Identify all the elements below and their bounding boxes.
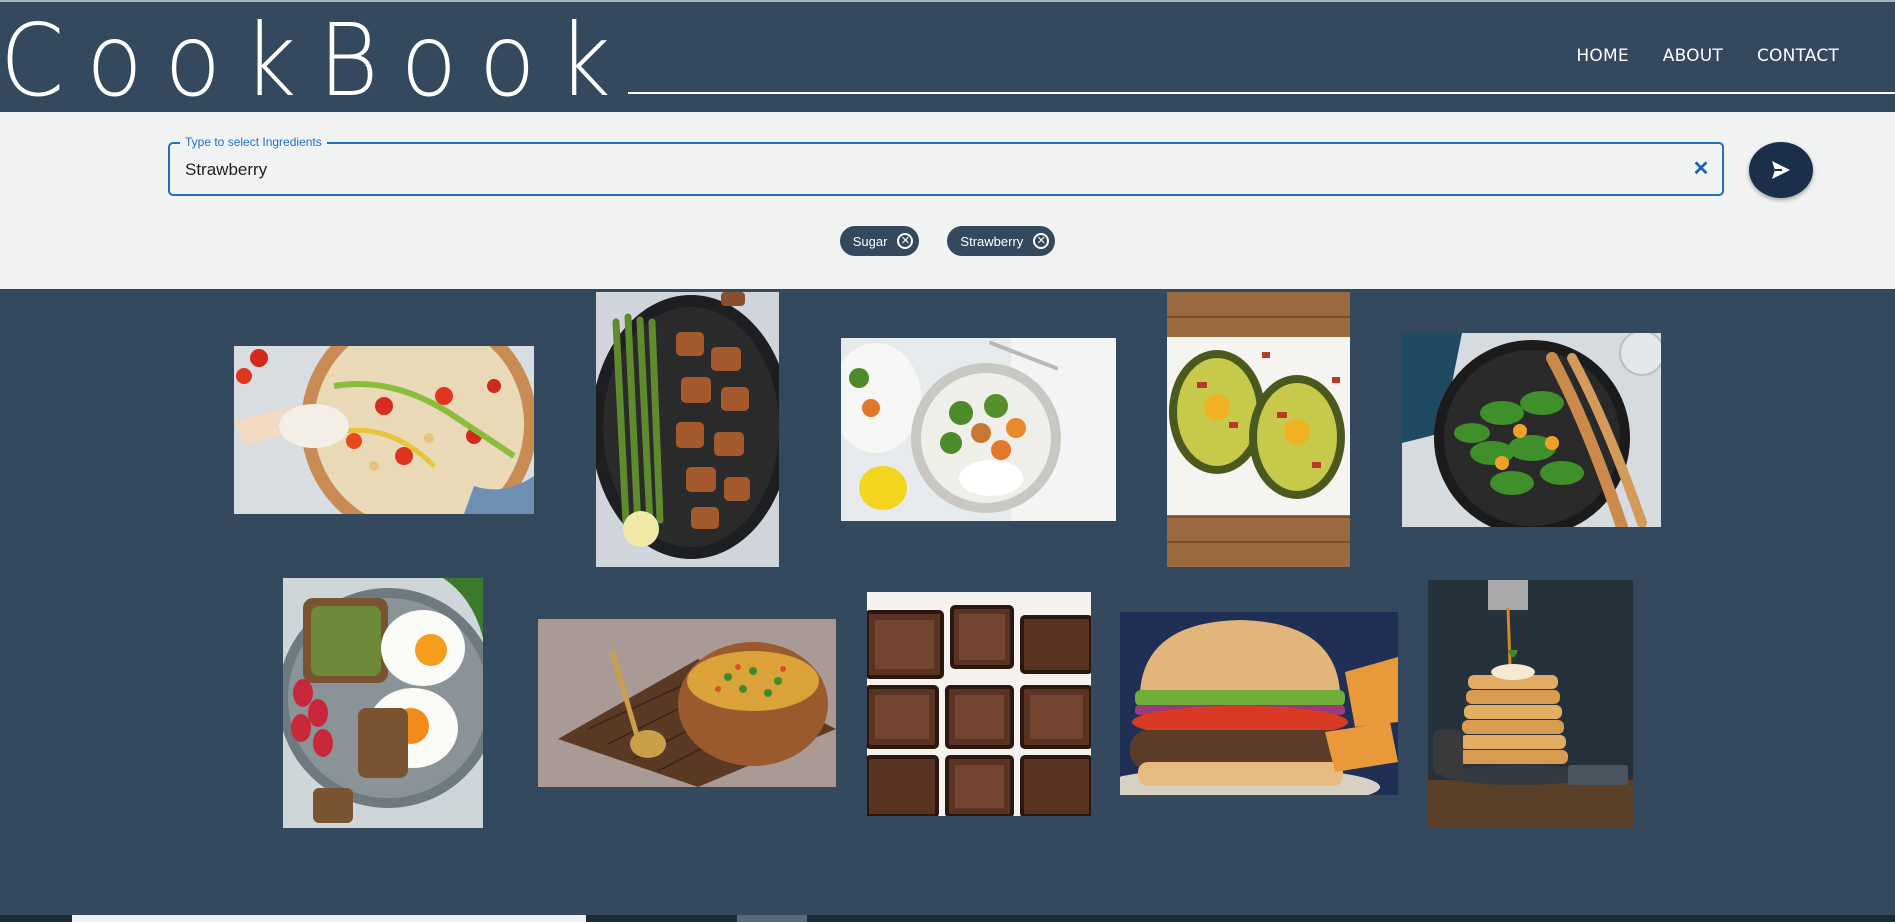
recipe-card-vegetable-porridge[interactable]	[538, 619, 836, 787]
nav-home[interactable]: HOME	[1576, 46, 1628, 66]
nav-contact[interactable]: CONTACT	[1757, 46, 1839, 66]
remove-chip-icon[interactable]: ✕	[1033, 233, 1050, 249]
main-nav: HOME ABOUT CONTACT	[1576, 46, 1839, 66]
send-button[interactable]	[1749, 142, 1813, 198]
send-icon	[1772, 161, 1790, 179]
ingredient-field[interactable]: Type to select Ingredients ✕	[168, 135, 1724, 196]
recipe-card-pancake-stack[interactable]	[1428, 580, 1633, 827]
taskbar-window[interactable]	[72, 915, 586, 922]
logo[interactable]: CookBook	[0, 6, 633, 116]
recipe-card-spinach-orange-salad[interactable]	[1402, 333, 1661, 527]
taskbar-button[interactable]	[737, 915, 807, 922]
remove-chip-icon[interactable]: ✕	[897, 233, 914, 249]
recipe-gallery	[0, 289, 1895, 909]
app-header: CookBook HOME ABOUT CONTACT	[0, 2, 1895, 116]
recipe-card-chicken-broccoli-rice-bowl[interactable]	[841, 338, 1116, 521]
chip-sugar: Sugar ✕	[839, 226, 920, 256]
recipe-card-brownies[interactable]	[867, 592, 1091, 816]
chip-label: Sugar	[852, 233, 888, 249]
header-divider	[628, 92, 1895, 94]
nav-about[interactable]: ABOUT	[1663, 46, 1723, 66]
recipe-card-burger-with-chips[interactable]	[1120, 612, 1398, 795]
ingredient-field-label: Type to select Ingredients	[180, 135, 327, 149]
close-icon[interactable]: ✕	[1690, 158, 1712, 180]
chip-strawberry: Strawberry ✕	[947, 226, 1056, 256]
recipe-card-chicken-asparagus-skillet[interactable]	[596, 292, 779, 567]
recipe-card-chickpea-salad[interactable]	[234, 346, 534, 514]
search-area: Type to select Ingredients ✕ Sugar ✕ Str…	[0, 112, 1895, 289]
recipe-card-eggs-toast-radishes[interactable]	[283, 578, 483, 828]
taskbar	[0, 915, 1895, 922]
ingredient-input[interactable]	[183, 156, 1647, 184]
recipe-card-baked-avocado-eggs[interactable]	[1167, 292, 1350, 567]
chip-label: Strawberry	[960, 233, 1024, 249]
selected-ingredients: Sugar ✕ Strawberry ✕	[0, 226, 1895, 256]
